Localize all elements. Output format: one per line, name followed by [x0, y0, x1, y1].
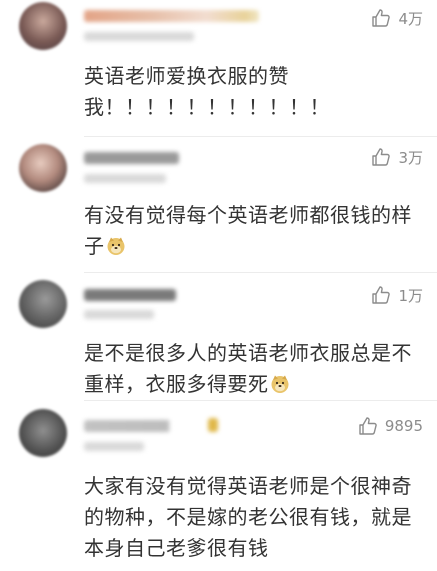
thumbs-up-icon — [372, 9, 391, 27]
comment-line: 英语老师爱换衣服的赞 — [84, 64, 289, 88]
comment-line: 是不是很多人的英语老师衣服总是不 — [84, 341, 412, 365]
username[interactable] — [84, 10, 259, 22]
thumbs-up-icon — [372, 286, 391, 304]
comment-item: 9895 大家有没有觉得英语老师是个很神奇 的物种，不是嫁的老公很有钱，就是 本… — [0, 400, 437, 571]
comment-text: 是不是很多人的英语老师衣服总是不 重样，衣服多得要死 — [84, 338, 432, 400]
comment-line: 我！！！！！！！！！！！ — [84, 95, 330, 119]
comment-text: 英语老师爱换衣服的赞 我！！！！！！！！！！！ — [84, 61, 432, 123]
comment-item: 3万 有没有觉得每个英语老师都很钱的样 子 — [0, 136, 437, 272]
username[interactable] — [84, 420, 204, 432]
like-button[interactable]: 9895 — [358, 413, 423, 439]
avatar[interactable] — [19, 144, 67, 192]
comment-feed: 4万 英语老师爱换衣服的赞 我！！！！！！！！！！！ 3万 有没有觉得每个英语老… — [0, 0, 437, 571]
vip-badge-icon — [208, 418, 218, 432]
comment-line: 本身自己老爹很有钱 — [84, 536, 269, 560]
doge-emoji-icon — [107, 237, 124, 255]
comment-item: 1万 是不是很多人的英语老师衣服总是不 重样，衣服多得要死 — [0, 272, 437, 400]
timestamp — [84, 442, 144, 451]
like-count: 1万 — [398, 286, 423, 305]
username[interactable] — [84, 289, 176, 301]
thumbs-up-icon — [359, 417, 377, 435]
username[interactable] — [84, 152, 179, 164]
avatar[interactable] — [19, 280, 67, 328]
like-count: 9895 — [384, 417, 423, 435]
comment-line: 子 — [84, 231, 432, 262]
like-count: 3万 — [398, 148, 423, 167]
like-button[interactable]: 1万 — [371, 282, 423, 308]
like-button[interactable]: 4万 — [371, 5, 423, 31]
comment-line: 有没有觉得每个英语老师都很钱的样 — [84, 203, 412, 227]
comment-line-text: 重样，衣服多得要死 — [84, 372, 269, 396]
timestamp — [84, 174, 166, 183]
like-count: 4万 — [398, 9, 423, 28]
avatar[interactable] — [19, 409, 67, 457]
comment-line: 重样，衣服多得要死 — [84, 369, 432, 400]
like-button[interactable]: 3万 — [371, 144, 423, 170]
comment-item: 4万 英语老师爱换衣服的赞 我！！！！！！！！！！！ — [0, 0, 437, 140]
doge-emoji-icon — [271, 375, 288, 393]
comment-text: 有没有觉得每个英语老师都很钱的样 子 — [84, 200, 432, 262]
comment-line-text: 子 — [84, 234, 105, 258]
timestamp — [84, 32, 194, 41]
avatar[interactable] — [19, 2, 67, 50]
comment-text: 大家有没有觉得英语老师是个很神奇 的物种，不是嫁的老公很有钱，就是 本身自己老爹… — [84, 471, 432, 564]
timestamp — [84, 310, 154, 319]
comment-line: 大家有没有觉得英语老师是个很神奇 — [84, 474, 412, 498]
thumbs-up-icon — [372, 148, 391, 166]
comment-line: 的物种，不是嫁的老公很有钱，就是 — [84, 505, 412, 529]
